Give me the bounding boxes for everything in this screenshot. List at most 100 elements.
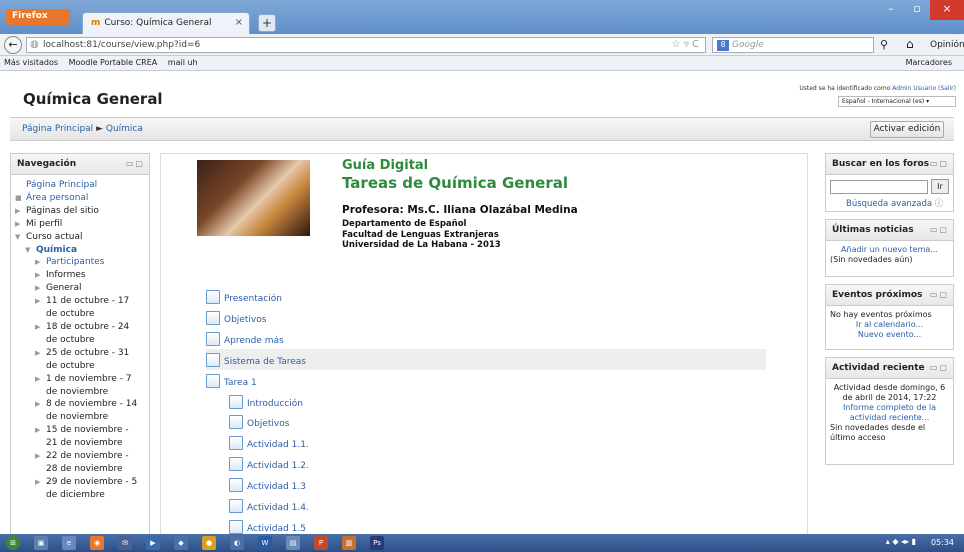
url-bar[interactable]: ◍ localhost:81/course/view.php?id=6 ☆ ▿ …: [26, 37, 706, 53]
nav-item-label[interactable]: Química: [36, 245, 77, 255]
nav-item[interactable]: ▶ Mi perfil: [15, 218, 145, 231]
app-taskbar-icon[interactable]: ●: [202, 536, 216, 550]
resource-link[interactable]: Actividad 1.3: [229, 474, 766, 495]
resource-link[interactable]: Aprende más: [206, 328, 766, 349]
breadcrumb-current[interactable]: Química: [106, 124, 143, 134]
resource-label: Actividad 1.5: [247, 523, 306, 534]
resource-link[interactable]: Presentación: [206, 286, 766, 307]
language-select[interactable]: Español - Internacional (es) ▾: [838, 96, 956, 107]
nav-item[interactable]: ▶ 29 de noviembre - 5 de diciembre: [15, 476, 145, 502]
bookmark-most-visited[interactable]: Más visitados: [4, 58, 58, 67]
resource-label: Actividad 1.2.: [247, 461, 309, 472]
add-topic-link[interactable]: Añadir un nuevo tema...: [841, 245, 938, 254]
close-window-icon[interactable]: ×: [930, 0, 964, 20]
nav-item[interactable]: ▼ Química: [15, 244, 145, 257]
resource-link[interactable]: Introducción: [229, 391, 766, 412]
resource-link[interactable]: Tarea 1: [206, 370, 766, 391]
nav-item[interactable]: ▶ Participantes: [15, 256, 145, 269]
resource-link[interactable]: Objetivos: [206, 307, 766, 328]
new-tab-button[interactable]: +: [258, 14, 276, 32]
nav-item-label: 15 de noviembre -: [46, 425, 129, 436]
bookmark-moodle[interactable]: Moodle Portable CREA: [69, 58, 158, 67]
system-tray-icons[interactable]: ▴ ◆ ◂▸ ▮: [886, 537, 916, 546]
nav-item-label: Curso actual: [26, 231, 83, 242]
web-search-input[interactable]: 8 Google: [712, 37, 874, 53]
nav-item-label[interactable]: Área personal: [26, 193, 88, 203]
forum-search-input[interactable]: [830, 180, 928, 194]
globe-icon: ◍: [30, 39, 39, 50]
resource-link[interactable]: Actividad 1.5: [229, 516, 766, 534]
calendar-link[interactable]: Ir al calendario...: [856, 320, 923, 329]
nav-item[interactable]: ▶ 22 de noviembre -28 de noviembre: [15, 450, 145, 476]
tab-title: Curso: Química General: [104, 18, 212, 28]
bookmarks-menu[interactable]: Marcadores: [906, 58, 952, 67]
user-logout-link[interactable]: Admin Usuario (Salir): [892, 85, 956, 92]
word-taskbar-icon[interactable]: W: [258, 536, 272, 550]
url-text: localhost:81/course/view.php?id=6: [43, 40, 201, 50]
nav-item[interactable]: ▶ 18 de octubre - 24 de octubre: [15, 321, 145, 347]
nav-item[interactable]: ▶ Informes: [15, 269, 145, 282]
navigation-header: Navegación ▭▢: [11, 154, 149, 175]
nav-item-label[interactable]: Página Principal: [26, 180, 97, 190]
nav-item[interactable]: ▶ General: [15, 282, 145, 295]
nav-item[interactable]: ▶ 11 de octubre - 17 de octubre: [15, 295, 145, 321]
block-controls-icon[interactable]: ▭▢: [930, 225, 949, 234]
browser-tab[interactable]: m Curso: Química General ×: [82, 12, 250, 34]
breadcrumb-home[interactable]: Página Principal: [22, 124, 93, 134]
bookmark-star-icon[interactable]: ☆ ▿ C: [672, 39, 699, 50]
nav-item[interactable]: ▶ 25 de octubre - 31 de octubre: [15, 347, 145, 373]
app-taskbar-icon[interactable]: ◆: [174, 536, 188, 550]
app-taskbar-icon[interactable]: ◐: [230, 536, 244, 550]
nav-item[interactable]: ▶ 8 de noviembre - 14 de noviembre: [15, 398, 145, 424]
home-icon[interactable]: ⌂: [906, 37, 914, 51]
close-tab-icon[interactable]: ×: [235, 17, 243, 28]
powerpoint-taskbar-icon[interactable]: P: [314, 536, 328, 550]
search-icon[interactable]: ⚲: [880, 38, 888, 51]
minimize-icon[interactable]: –: [878, 0, 904, 20]
app-taskbar-icon[interactable]: ▶: [146, 536, 160, 550]
nav-item-label[interactable]: Participantes: [46, 257, 104, 267]
nav-item[interactable]: ▶ 1 de noviembre - 7 de noviembre: [15, 373, 145, 399]
new-event-link[interactable]: Nuevo evento...: [858, 330, 921, 339]
collapsed-arrow-icon: ▶: [35, 322, 41, 331]
app-taskbar-icon[interactable]: ▤: [286, 536, 300, 550]
nav-item-label: Informes: [46, 270, 86, 281]
university: Universidad de La Habana - 2013: [342, 240, 501, 250]
maximize-icon[interactable]: ▫: [904, 0, 930, 20]
resource-link[interactable]: Actividad 1.2.: [229, 453, 766, 474]
login-info: Usted se ha identificado como Admin Usua…: [799, 85, 956, 92]
help-icon[interactable]: ⓘ: [935, 199, 944, 209]
app-taskbar-icon[interactable]: ✉: [118, 536, 132, 550]
nav-item[interactable]: ■ Área personal: [15, 192, 145, 205]
nav-item[interactable]: Página Principal: [15, 179, 145, 192]
block-controls-icon[interactable]: ▭▢: [126, 159, 145, 168]
nav-item[interactable]: ▶ 15 de noviembre - 21 de noviembre: [15, 424, 145, 450]
firefox-menu-button[interactable]: Firefox: [6, 9, 70, 25]
resource-link[interactable]: Actividad 1.4.: [229, 495, 766, 516]
firefox-taskbar-icon[interactable]: ◉: [90, 536, 104, 550]
resource-link[interactable]: Objetivos: [229, 411, 766, 432]
nav-item[interactable]: ▶ Páginas del sitio: [15, 205, 145, 218]
start-icon[interactable]: ⊞: [6, 536, 20, 550]
full-report-link[interactable]: Informe completo de la actividad recient…: [843, 403, 936, 422]
resource-link[interactable]: Sistema de Tareas: [206, 348, 766, 370]
app-taskbar-icon[interactable]: ▥: [342, 536, 356, 550]
block-controls-icon[interactable]: ▭▢: [930, 363, 949, 372]
resource-link[interactable]: Actividad 1.1.: [229, 432, 766, 453]
ie-taskbar-icon[interactable]: e: [62, 536, 76, 550]
block-controls-icon[interactable]: ▭▢: [930, 290, 949, 299]
feedback-label[interactable]: Opinión: [930, 40, 964, 50]
back-button[interactable]: ←: [4, 36, 22, 54]
photoshop-taskbar-icon[interactable]: Ps: [370, 536, 384, 550]
edit-mode-button[interactable]: Activar edición: [870, 121, 944, 138]
activity-since-text: Actividad desde domingo, 6 de abril de 2…: [833, 383, 946, 402]
resource-label: Tarea 1: [224, 377, 257, 388]
nav-item[interactable]: ▼ Curso actual: [15, 231, 145, 244]
forum-search-go-button[interactable]: Ir: [931, 179, 949, 194]
advanced-search-link[interactable]: Búsqueda avanzada ⓘ: [846, 197, 943, 209]
show-desktop-icon[interactable]: ▣: [34, 536, 48, 550]
block-controls-icon[interactable]: ▭▢: [930, 159, 949, 168]
nav-item-label: 18 de octubre - 24: [46, 321, 130, 332]
bookmark-mail[interactable]: mail uh: [168, 58, 198, 67]
collapsed-arrow-icon: ▶: [15, 219, 21, 228]
